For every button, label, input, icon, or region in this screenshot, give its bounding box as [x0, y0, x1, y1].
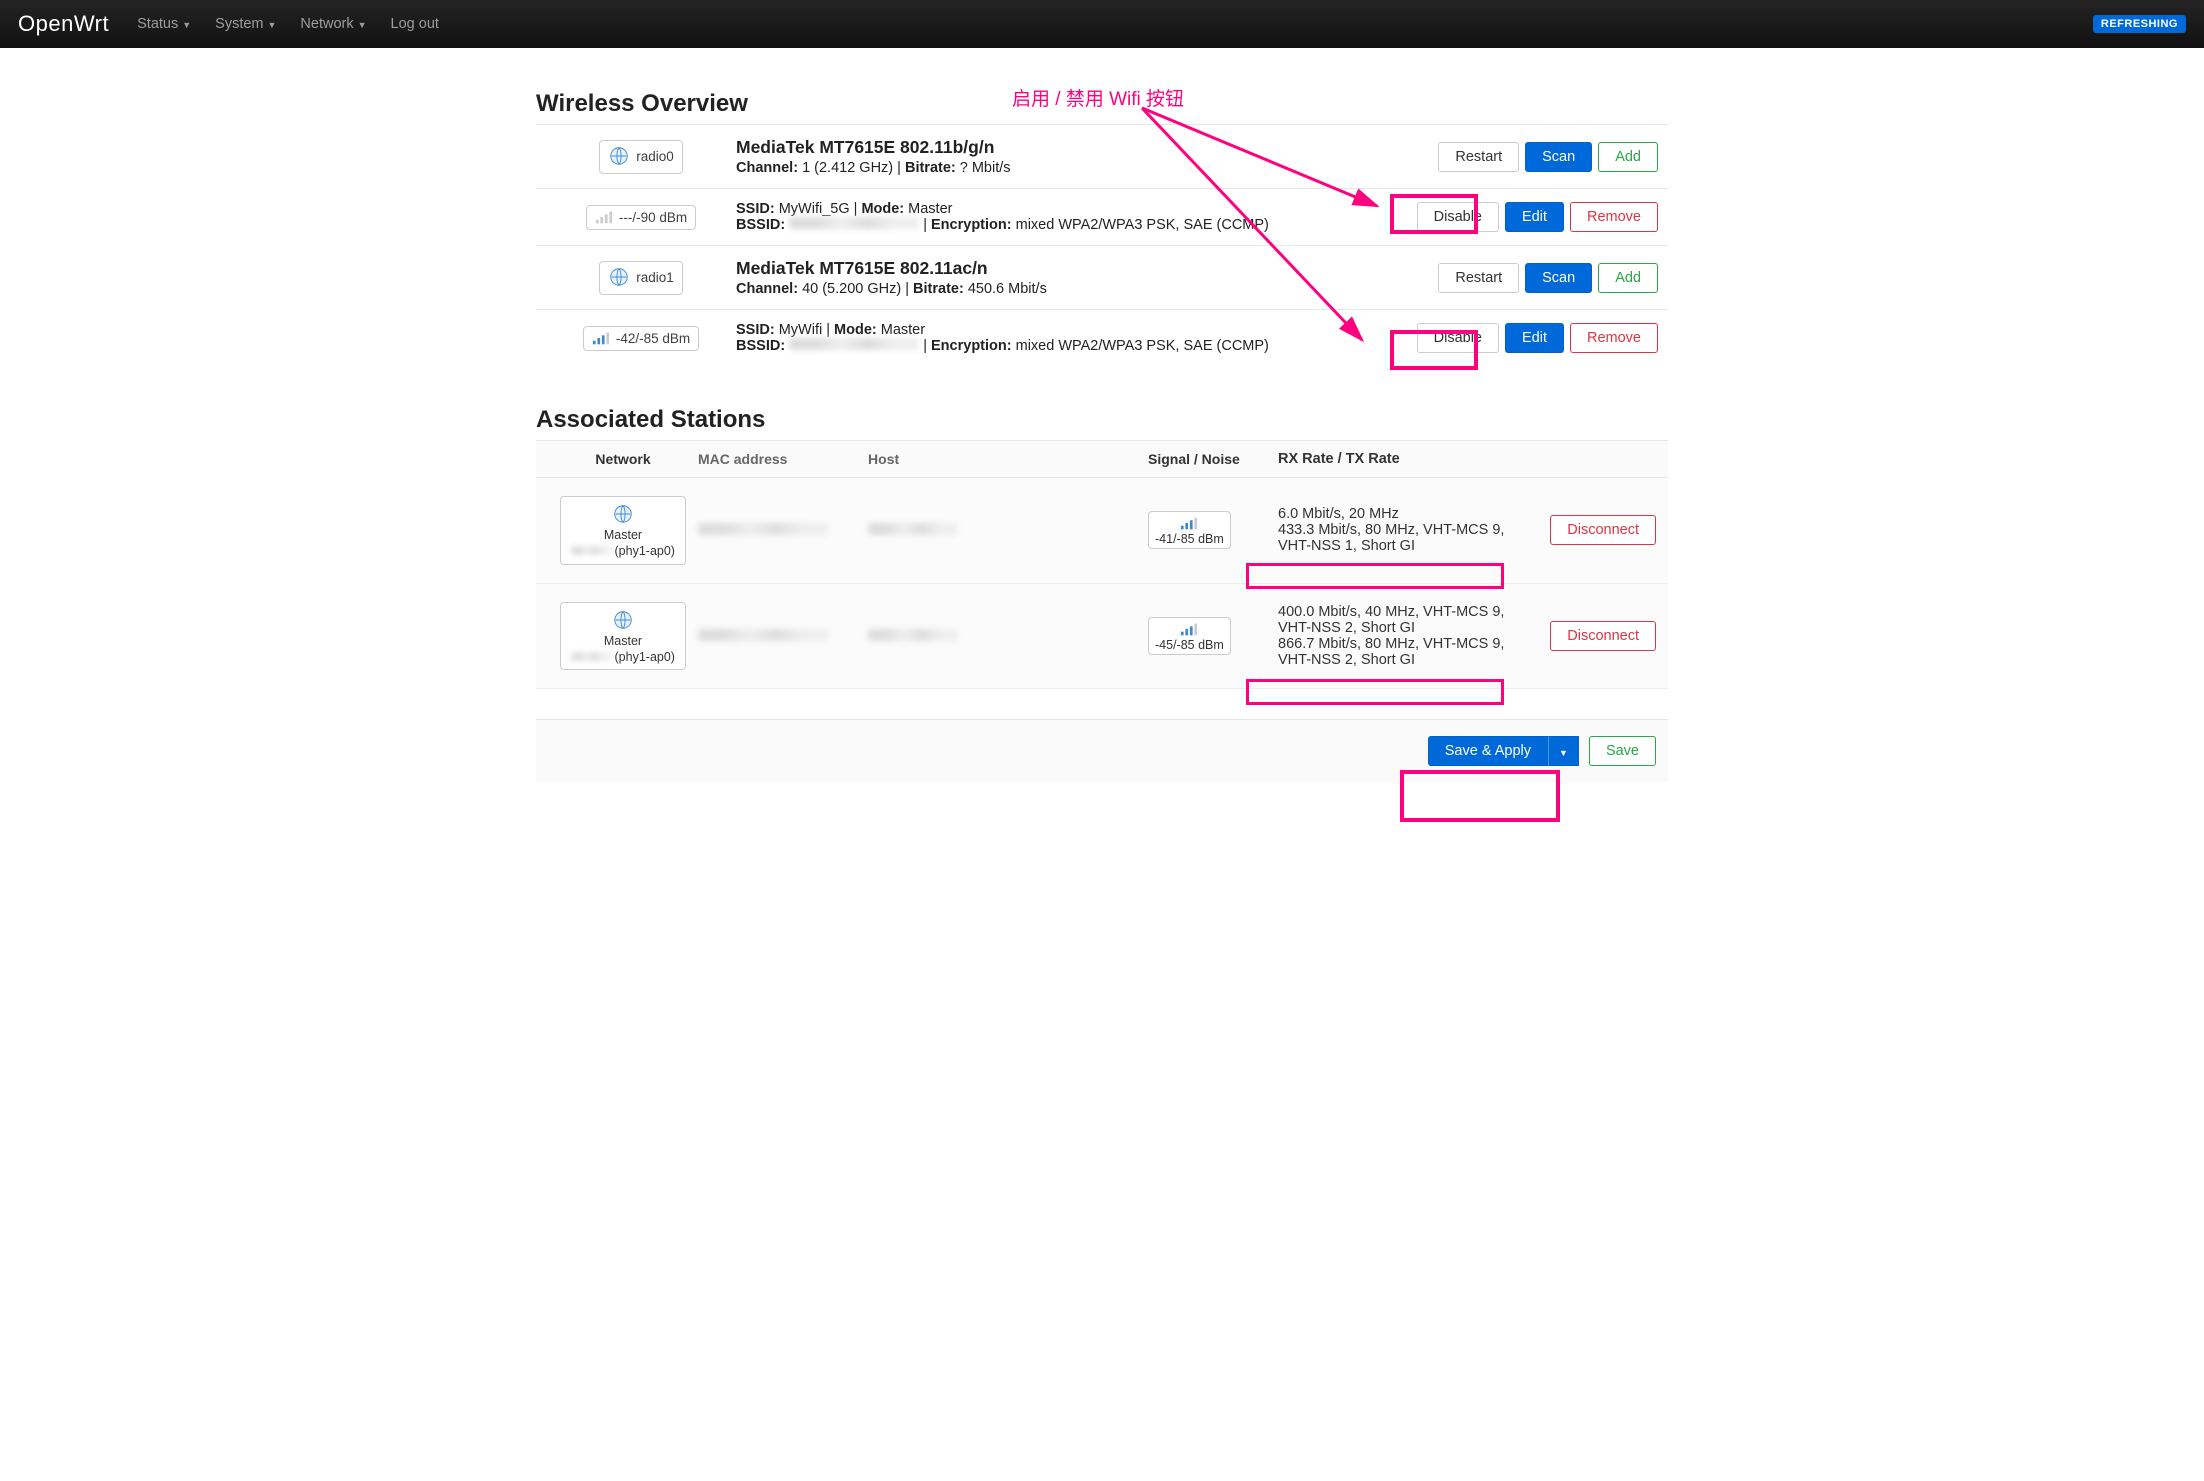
- disable-button[interactable]: Disable: [1417, 323, 1499, 353]
- disable-button[interactable]: Disable: [1417, 202, 1499, 232]
- main-container: Wireless Overview radio0 MediaTek MT7615…: [522, 48, 1682, 822]
- top-nav: OpenWrt Status ▼ System ▼ Network ▼ Log out…: [0, 0, 2204, 48]
- network-row: ---/-90 dBm SSID: MyWifi_5G | Mode: Mast…: [536, 188, 1668, 245]
- radio-subtitle: Channel: 1 (2.412 GHz) | Bitrate: ? Mbit…: [736, 160, 1438, 176]
- chevron-down-icon: ▼: [358, 20, 367, 30]
- radio-row: radio0 MediaTek MT7615E 802.11b/g/n Chan…: [536, 124, 1668, 188]
- radio-name: radio0: [636, 149, 674, 164]
- nav-logout[interactable]: Log out: [391, 16, 439, 32]
- signal-bars-icon: [1180, 622, 1198, 636]
- radio-title: MediaTek MT7615E 802.11ac/n: [736, 258, 1438, 279]
- net-iface: (phy1-ap0): [615, 650, 675, 664]
- radio-badge: radio1: [599, 261, 683, 295]
- rx-rate: 400.0 Mbit/s, 40 MHz, VHT-MCS 9, VHT-NSS…: [1278, 604, 1526, 636]
- wireless-radio-icon: [612, 609, 634, 631]
- remove-button[interactable]: Remove: [1570, 202, 1658, 232]
- associated-stations-heading: Associated Stations: [536, 406, 1668, 434]
- signal-value: ---/-90 dBm: [619, 210, 687, 225]
- stations-header-row: Network MAC address Host Signal / Noise …: [536, 440, 1668, 478]
- disconnect-button[interactable]: Disconnect: [1550, 515, 1656, 545]
- signal-bars-icon: [595, 210, 613, 224]
- radio-row: radio1 MediaTek MT7615E 802.11ac/n Chann…: [536, 245, 1668, 309]
- signal-badge: ---/-90 dBm: [586, 205, 696, 230]
- col-signal: Signal / Noise: [1148, 451, 1278, 467]
- chevron-down-icon: ▼: [1559, 748, 1568, 758]
- signal-value: -45/-85 dBm: [1155, 638, 1224, 652]
- signal-value: -42/-85 dBm: [616, 331, 690, 346]
- refresh-indicator: REFRESHING: [2093, 15, 2186, 33]
- network-badge: Master (phy1-ap0): [560, 602, 686, 671]
- signal-bars-icon: [592, 331, 610, 345]
- chevron-down-icon: ▼: [182, 20, 191, 30]
- signal-value: -41/-85 dBm: [1155, 532, 1224, 546]
- network-row: -42/-85 dBm SSID: MyWifi | Mode: Master …: [536, 309, 1668, 366]
- save-button[interactable]: Save: [1589, 736, 1656, 766]
- disconnect-button[interactable]: Disconnect: [1550, 621, 1656, 651]
- net-role: Master: [604, 633, 642, 649]
- col-rate: RX Rate / TX Rate: [1278, 451, 1526, 467]
- wireless-radio-icon: [608, 266, 630, 288]
- scan-button[interactable]: Scan: [1525, 263, 1592, 293]
- radio-badge: radio0: [599, 140, 683, 174]
- station-row: Master (phy1-ap0) -41/-85 dBm 6.0 Mbit/s…: [536, 478, 1668, 584]
- nav-status[interactable]: Status ▼: [137, 16, 191, 32]
- chevron-down-icon: ▼: [268, 20, 277, 30]
- signal-badge: -45/-85 dBm: [1148, 617, 1231, 655]
- radio-name: radio1: [636, 270, 674, 285]
- edit-button[interactable]: Edit: [1505, 202, 1564, 232]
- save-apply-dropdown[interactable]: ▼: [1548, 736, 1579, 766]
- col-mac: MAC address: [698, 451, 868, 467]
- nav-network-label: Network: [300, 16, 353, 32]
- add-button[interactable]: Add: [1598, 263, 1658, 293]
- col-network: Network: [548, 451, 698, 467]
- wireless-radio-icon: [608, 145, 630, 167]
- brand-logo[interactable]: OpenWrt: [18, 11, 109, 37]
- tx-rate: 433.3 Mbit/s, 80 MHz, VHT-MCS 9, VHT-NSS…: [1278, 522, 1526, 554]
- signal-badge: -42/-85 dBm: [583, 326, 699, 351]
- edit-button[interactable]: Edit: [1505, 323, 1564, 353]
- restart-button[interactable]: Restart: [1438, 263, 1519, 293]
- network-line1: SSID: MyWifi_5G | Mode: Master: [736, 201, 1417, 217]
- scan-button[interactable]: Scan: [1525, 142, 1592, 172]
- nav-system-label: System: [215, 16, 263, 32]
- wireless-overview-heading: Wireless Overview: [536, 90, 1668, 118]
- nav-system[interactable]: System ▼: [215, 16, 276, 32]
- save-apply-button[interactable]: Save & Apply: [1428, 736, 1548, 766]
- station-row: Master (phy1-ap0) -45/-85 dBm 400.0 Mbit…: [536, 584, 1668, 690]
- network-line2: BSSID: | Encryption: mixed WPA2/WPA3 PSK…: [736, 217, 1417, 233]
- network-badge: Master (phy1-ap0): [560, 496, 686, 565]
- col-host: Host: [868, 451, 1148, 467]
- nav-status-label: Status: [137, 16, 178, 32]
- signal-badge: -41/-85 dBm: [1148, 511, 1231, 549]
- nav-network[interactable]: Network ▼: [300, 16, 366, 32]
- tx-rate: 866.7 Mbit/s, 80 MHz, VHT-MCS 9, VHT-NSS…: [1278, 636, 1526, 668]
- rx-rate: 6.0 Mbit/s, 20 MHz: [1278, 506, 1526, 522]
- wireless-table: radio0 MediaTek MT7615E 802.11b/g/n Chan…: [536, 124, 1668, 366]
- network-line1: SSID: MyWifi | Mode: Master: [736, 322, 1417, 338]
- footer-actions: Save & Apply ▼ Save: [536, 719, 1668, 782]
- radio-title: MediaTek MT7615E 802.11b/g/n: [736, 137, 1438, 158]
- net-role: Master: [604, 527, 642, 543]
- net-iface: (phy1-ap0): [615, 544, 675, 558]
- restart-button[interactable]: Restart: [1438, 142, 1519, 172]
- network-line2: BSSID: | Encryption: mixed WPA2/WPA3 PSK…: [736, 338, 1417, 354]
- radio-subtitle: Channel: 40 (5.200 GHz) | Bitrate: 450.6…: [736, 281, 1438, 297]
- signal-bars-icon: [1180, 516, 1198, 530]
- wireless-radio-icon: [612, 503, 634, 525]
- remove-button[interactable]: Remove: [1570, 323, 1658, 353]
- add-button[interactable]: Add: [1598, 142, 1658, 172]
